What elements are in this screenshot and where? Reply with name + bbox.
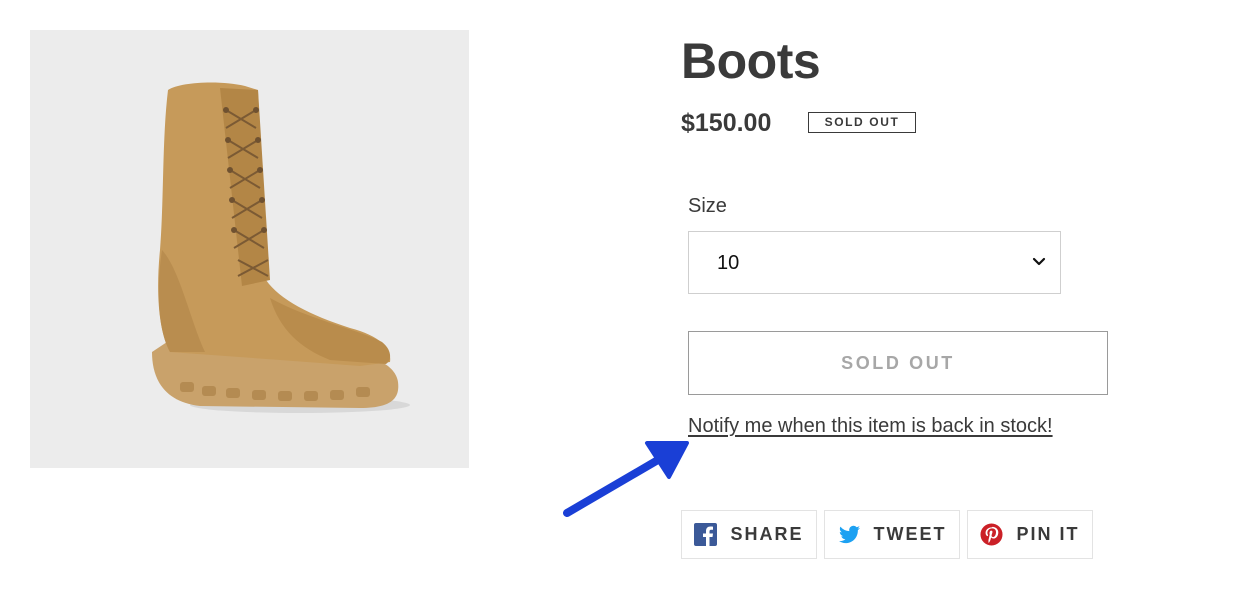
annotation-arrow [563, 441, 689, 517]
share-facebook-label: SHARE [730, 524, 804, 544]
share-pinterest-button[interactable]: PIN IT [967, 510, 1093, 559]
product-title: Boots [681, 33, 821, 89]
size-label: Size [688, 195, 727, 217]
sold-out-badge: SOLD OUT [808, 112, 916, 133]
sold-out-button[interactable]: SOLD OUT [688, 331, 1108, 395]
share-pinterest-label: PIN IT [1016, 524, 1080, 544]
notify-back-in-stock-link[interactable]: Notify me when this item is back in stoc… [688, 414, 1053, 438]
boot-illustration [152, 82, 410, 413]
product-price: $150.00 [681, 109, 772, 137]
share-twitter-label: TWEET [873, 524, 947, 544]
facebook-icon [694, 523, 718, 546]
size-select[interactable]: 10 [688, 231, 1061, 294]
share-facebook-button[interactable]: SHARE [681, 510, 817, 559]
product-image[interactable] [30, 30, 469, 468]
size-selected-value: 10 [717, 252, 740, 274]
product-page: Boots $150.00 SOLD OUT Size 10 SOLD OUT … [0, 0, 1248, 609]
pinterest-icon [980, 523, 1004, 546]
twitter-icon [838, 525, 860, 544]
share-twitter-button[interactable]: TWEET [824, 510, 960, 559]
chevron-down-icon [1032, 257, 1046, 266]
